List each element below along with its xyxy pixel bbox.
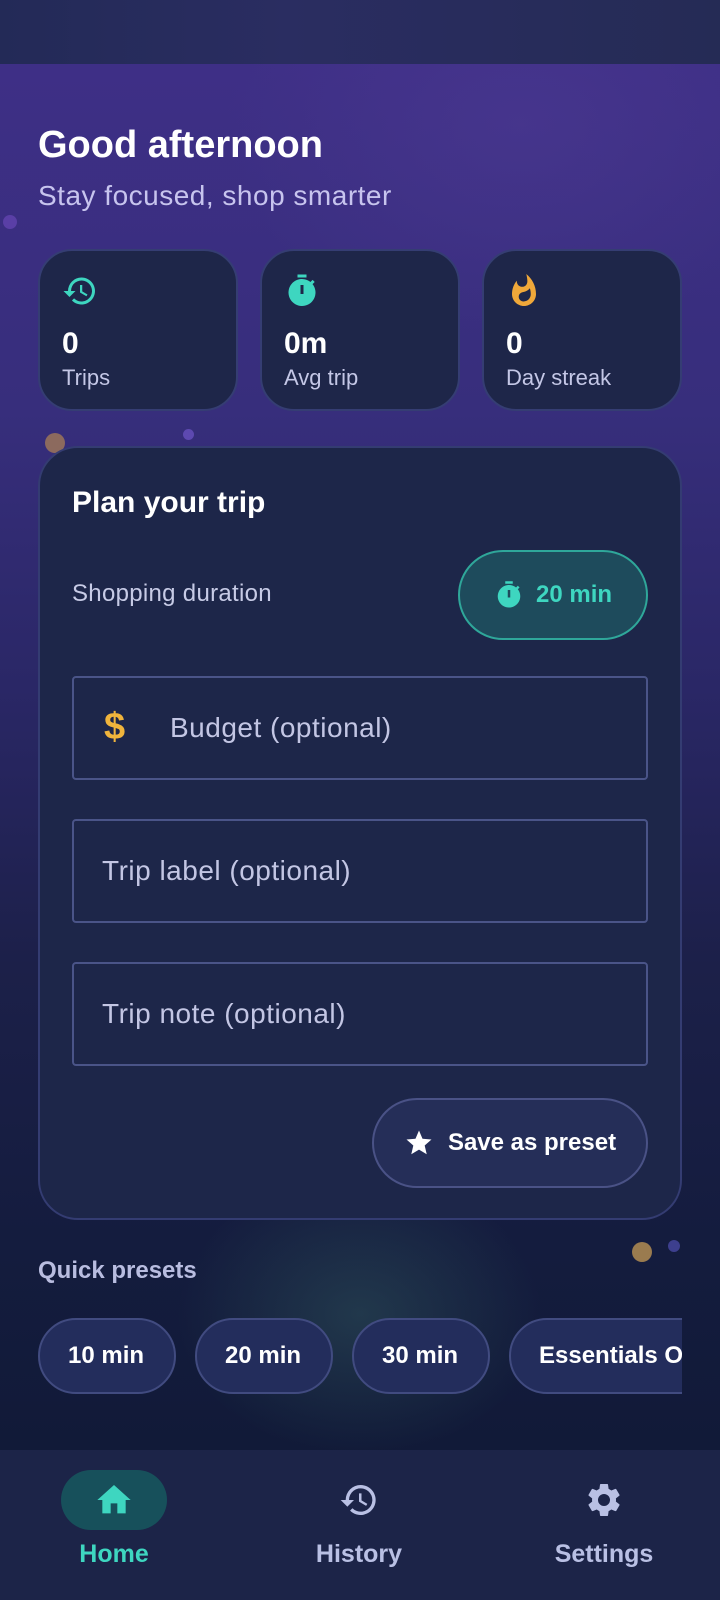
- nav-label-history: History: [315, 1540, 403, 1568]
- day-streak-label: Day streak: [506, 365, 612, 390]
- day-streak-value: 0: [506, 327, 523, 360]
- avg-trip-label: Avg trip: [284, 365, 359, 390]
- trip-note-field[interactable]: Trip note (optional): [72, 962, 648, 1066]
- decor-dot: [183, 429, 194, 440]
- duration-value: 20 min: [535, 581, 613, 608]
- greeting-subtitle: Stay focused, shop smarter: [38, 180, 392, 211]
- decor-dot: [668, 1240, 680, 1252]
- quick-presets-row[interactable]: 10 min 20 min 30 min Essentials Only: [38, 1318, 682, 1394]
- nav-item-settings[interactable]: Settings: [513, 1450, 713, 1600]
- bottom-nav: Home History Settings: [0, 1450, 720, 1600]
- star-icon: [406, 1130, 432, 1155]
- preset-chip-label: 30 min: [382, 1342, 459, 1369]
- budget-field[interactable]: $ Budget (optional): [72, 676, 648, 780]
- greeting-title: Good afternoon: [38, 124, 323, 166]
- history-icon: [340, 1485, 376, 1515]
- nav-label-settings: Settings: [554, 1540, 654, 1568]
- budget-placeholder: Budget (optional): [170, 712, 392, 743]
- save-preset-label: Save as preset: [447, 1129, 617, 1156]
- plan-title: Plan your trip: [72, 486, 266, 519]
- avg-trip-value: 0m: [284, 327, 328, 360]
- preset-chip-label: Essentials Only: [539, 1342, 682, 1369]
- trips-label: Trips: [62, 365, 111, 390]
- preset-chip[interactable]: 10 min: [38, 1318, 176, 1394]
- preset-chip-label: 20 min: [225, 1342, 302, 1369]
- quick-presets-title: Quick presets: [38, 1257, 197, 1284]
- nav-item-home[interactable]: Home: [23, 1450, 223, 1600]
- timer-icon: [497, 581, 521, 608]
- stat-card-day-streak: 0 Day streak: [482, 249, 682, 411]
- nav-label-home: Home: [79, 1540, 149, 1568]
- trip-label-placeholder: Trip label (optional): [102, 855, 352, 886]
- timer-icon: [288, 274, 316, 307]
- trip-label-field[interactable]: Trip label (optional): [72, 819, 648, 923]
- app-root: Good afternoon Stay focused, shop smarte…: [0, 0, 720, 1600]
- nav-item-history[interactable]: History: [268, 1450, 468, 1600]
- save-preset-button[interactable]: Save as preset: [372, 1098, 648, 1188]
- dollar-icon: $: [104, 706, 126, 748]
- history-icon: [63, 277, 95, 305]
- home-icon: [97, 1485, 131, 1514]
- preset-chip-label: 10 min: [68, 1342, 145, 1369]
- stat-card-trips: 0 Trips: [38, 249, 238, 411]
- preset-chip[interactable]: 30 min: [352, 1318, 490, 1394]
- decor-dot: [632, 1242, 652, 1262]
- gear-icon: [588, 1484, 620, 1516]
- trip-note-placeholder: Trip note (optional): [102, 998, 346, 1029]
- plan-trip-card: Plan your trip Shopping duration 20 min …: [38, 446, 682, 1220]
- trips-value: 0: [62, 327, 79, 360]
- stat-card-avg-trip: 0m Avg trip: [260, 249, 460, 411]
- flame-icon: [512, 274, 536, 306]
- preset-chip[interactable]: 20 min: [195, 1318, 333, 1394]
- status-bar: [0, 0, 720, 64]
- duration-selector[interactable]: 20 min: [458, 550, 648, 640]
- decor-dot: [3, 215, 17, 229]
- duration-label: Shopping duration: [72, 580, 272, 607]
- preset-chip[interactable]: Essentials Only: [509, 1318, 682, 1394]
